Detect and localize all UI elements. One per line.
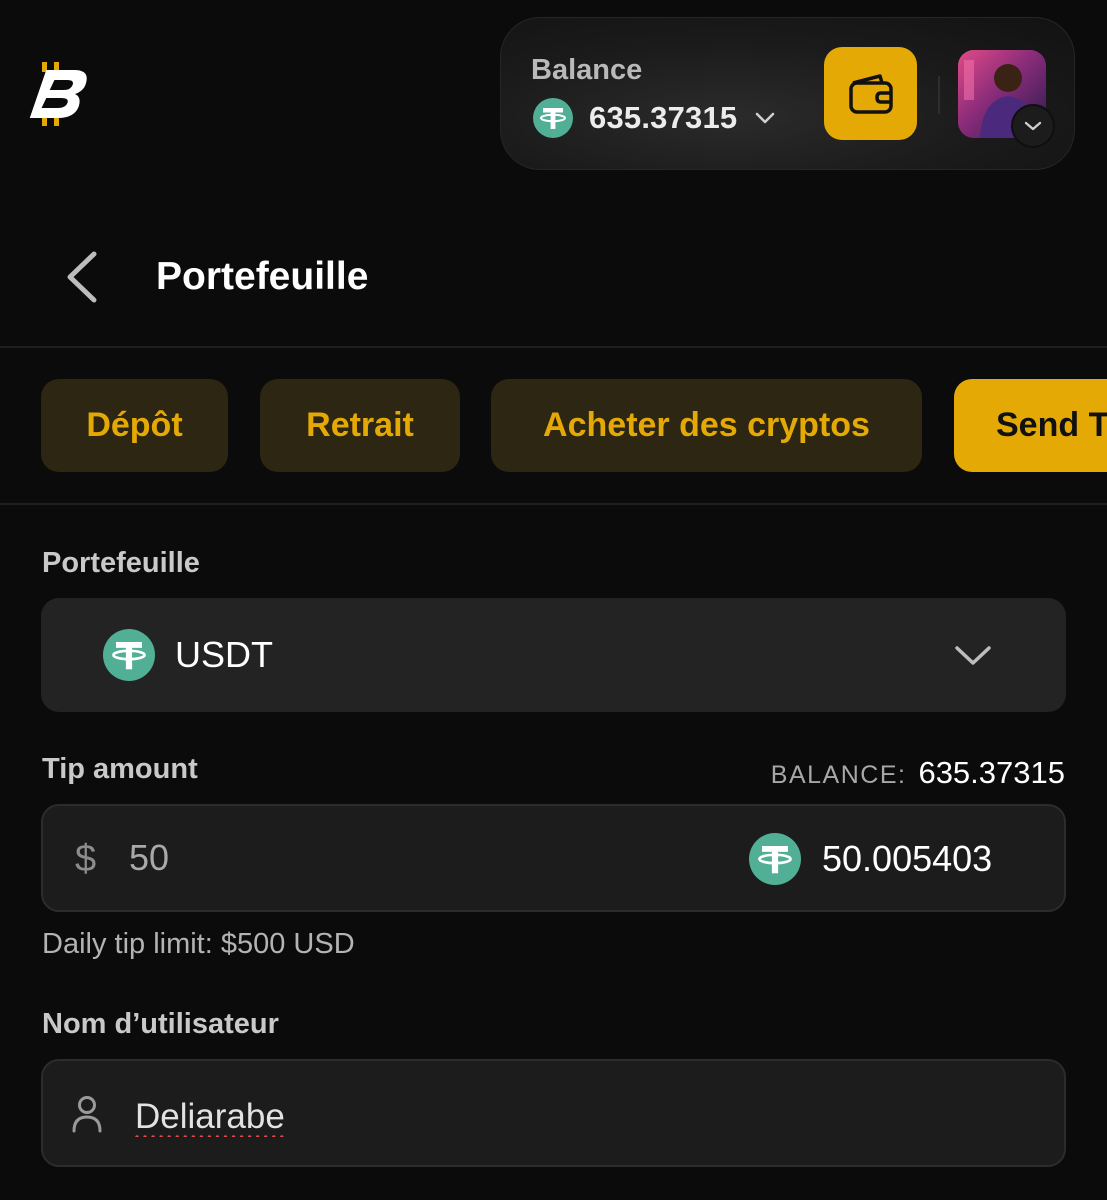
chevron-left-icon[interactable]	[60, 250, 104, 304]
profile-menu-button[interactable]	[1011, 104, 1055, 148]
wallet-label: Portefeuille	[42, 547, 200, 579]
balance-label: Balance	[531, 54, 643, 86]
chevron-down-icon	[1024, 121, 1042, 131]
pill-divider	[938, 76, 940, 114]
chevron-down-icon	[756, 112, 775, 124]
bc-game-logo-icon[interactable]	[28, 60, 88, 128]
tab-send-tip[interactable]: Send Tip	[954, 379, 1107, 472]
usd-amount-input[interactable]	[129, 830, 529, 886]
tether-icon	[749, 833, 801, 885]
balance-selector[interactable]: 635.37315	[533, 98, 775, 138]
tab-withdraw[interactable]: Retrait	[260, 379, 460, 472]
available-balance-key: BALANCE:	[770, 761, 907, 789]
tip-amount-label: Tip amount	[42, 753, 198, 785]
username-label: Nom d’utilisateur	[42, 1008, 279, 1040]
wallet-button[interactable]	[824, 47, 917, 140]
balance-widget: Balance 635.37315	[500, 17, 1075, 170]
tether-icon	[103, 629, 155, 681]
username-field[interactable]	[41, 1059, 1066, 1167]
username-input[interactable]	[135, 1091, 735, 1143]
balance-amount: 635.37315	[589, 100, 738, 135]
tab-deposit[interactable]: Dépôt	[41, 379, 228, 472]
currency-symbol: $	[75, 838, 97, 880]
wallet-icon	[848, 73, 893, 114]
tether-icon	[533, 98, 573, 138]
crypto-amount[interactable]: 50.005403	[822, 838, 992, 880]
currency-select[interactable]: USDT	[41, 598, 1066, 712]
available-balance-value: 635.37315	[918, 755, 1065, 790]
divider	[0, 503, 1107, 505]
available-balance: BALANCE: 635.37315	[771, 755, 1065, 791]
currency-select-value: USDT	[175, 634, 273, 675]
tip-amount-field[interactable]: $ 50.005403	[41, 804, 1066, 912]
daily-tip-limit: Daily tip limit: $500 USD	[42, 928, 355, 960]
divider	[0, 346, 1107, 348]
chevron-down-icon	[955, 646, 991, 665]
user-icon	[72, 1096, 102, 1133]
wallet-page: Balance 635.37315 Portefeuille Dépôt Ret…	[0, 0, 1107, 1200]
page-title: Portefeuille	[156, 255, 369, 298]
tab-buy-crypto[interactable]: Acheter des cryptos	[491, 379, 922, 472]
